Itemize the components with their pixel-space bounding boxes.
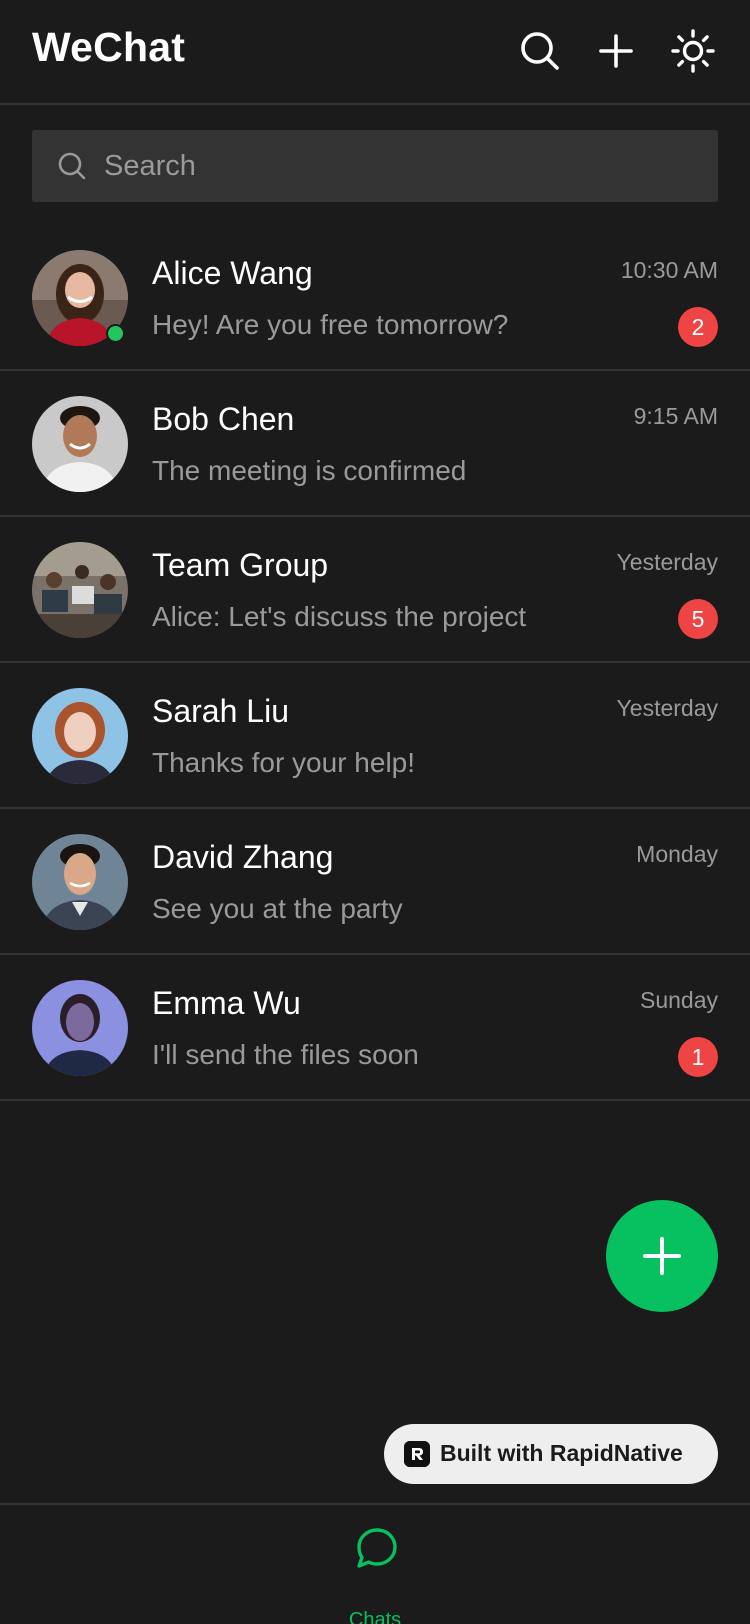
chat-preview: The meeting is confirmed [152, 455, 467, 486]
avatar [32, 980, 128, 1076]
chat-preview: Hey! Are you free tomorrow? [152, 309, 509, 340]
tab-chats-label: Chats [348, 1609, 402, 1624]
chat-time: Sunday [639, 987, 718, 1013]
chat-name: Team Group [152, 547, 329, 583]
chat-item-bob-chen[interactable]: Bob Chen 9:15 AM The meeting is confirme… [0, 371, 750, 517]
chat-preview: See you at the party [152, 893, 403, 924]
chat-item-david-zhang[interactable]: David Zhang Monday See you at the party [0, 809, 750, 955]
chat-list: Alice Wang 10:30 AM Hey! Are you free to… [0, 225, 750, 1101]
search-bar [32, 130, 718, 202]
online-indicator [106, 324, 125, 343]
search-field-icon [56, 150, 88, 182]
header: WeChat [0, 0, 750, 105]
chat-time: Yesterday [616, 695, 718, 721]
sun-icon[interactable] [670, 28, 716, 74]
app-title: WeChat [32, 24, 186, 70]
new-chat-fab[interactable] [606, 1200, 718, 1312]
chat-item-emma-wu[interactable]: Emma Wu Sunday I'll send the files soon … [0, 955, 750, 1101]
chat-name: Sarah Liu [152, 693, 289, 729]
search-input[interactable] [104, 130, 694, 202]
chat-name: David Zhang [152, 839, 334, 875]
fab-plus-icon [643, 1237, 681, 1275]
unread-badge: 1 [678, 1037, 718, 1077]
chat-item-alice-wang[interactable]: Alice Wang 10:30 AM Hey! Are you free to… [0, 225, 750, 371]
chat-time: 9:15 AM [633, 403, 718, 429]
chat-item-team-group[interactable]: Team Group Yesterday Alice: Let's discus… [0, 517, 750, 663]
avatar [32, 542, 128, 638]
chat-name: Emma Wu [152, 985, 301, 1021]
plus-icon[interactable] [593, 28, 639, 74]
avatar [32, 688, 128, 784]
chat-time: Monday [636, 841, 718, 867]
search-icon[interactable] [517, 28, 563, 74]
chat-preview: Alice: Let's discuss the project [152, 601, 527, 632]
built-with-badge[interactable]: Built with RapidNative [384, 1424, 718, 1484]
chat-name: Alice Wang [152, 255, 313, 291]
bottom-nav: Chats [0, 1503, 750, 1624]
unread-badge: 5 [678, 599, 718, 639]
avatar [32, 834, 128, 930]
built-with-label: Built with RapidNative [440, 1440, 683, 1466]
app-screen: WeChat Search Alice Wang 10:30 AM Hey! A… [0, 0, 750, 1624]
chat-bubble-icon [357, 1528, 397, 1568]
chat-preview: Thanks for your help! [152, 747, 416, 778]
rapidnative-logo-icon [404, 1441, 430, 1467]
avatar [32, 396, 128, 492]
unread-badge: 2 [678, 307, 718, 347]
chat-time: 10:30 AM [620, 257, 718, 283]
chat-preview: I'll send the files soon [152, 1039, 419, 1070]
chat-time: Yesterday [616, 549, 718, 575]
chat-item-sarah-liu[interactable]: Sarah Liu Yesterday Thanks for your help… [0, 663, 750, 809]
chat-name: Bob Chen [152, 401, 295, 437]
tab-chats[interactable]: Chats [335, 1525, 415, 1624]
